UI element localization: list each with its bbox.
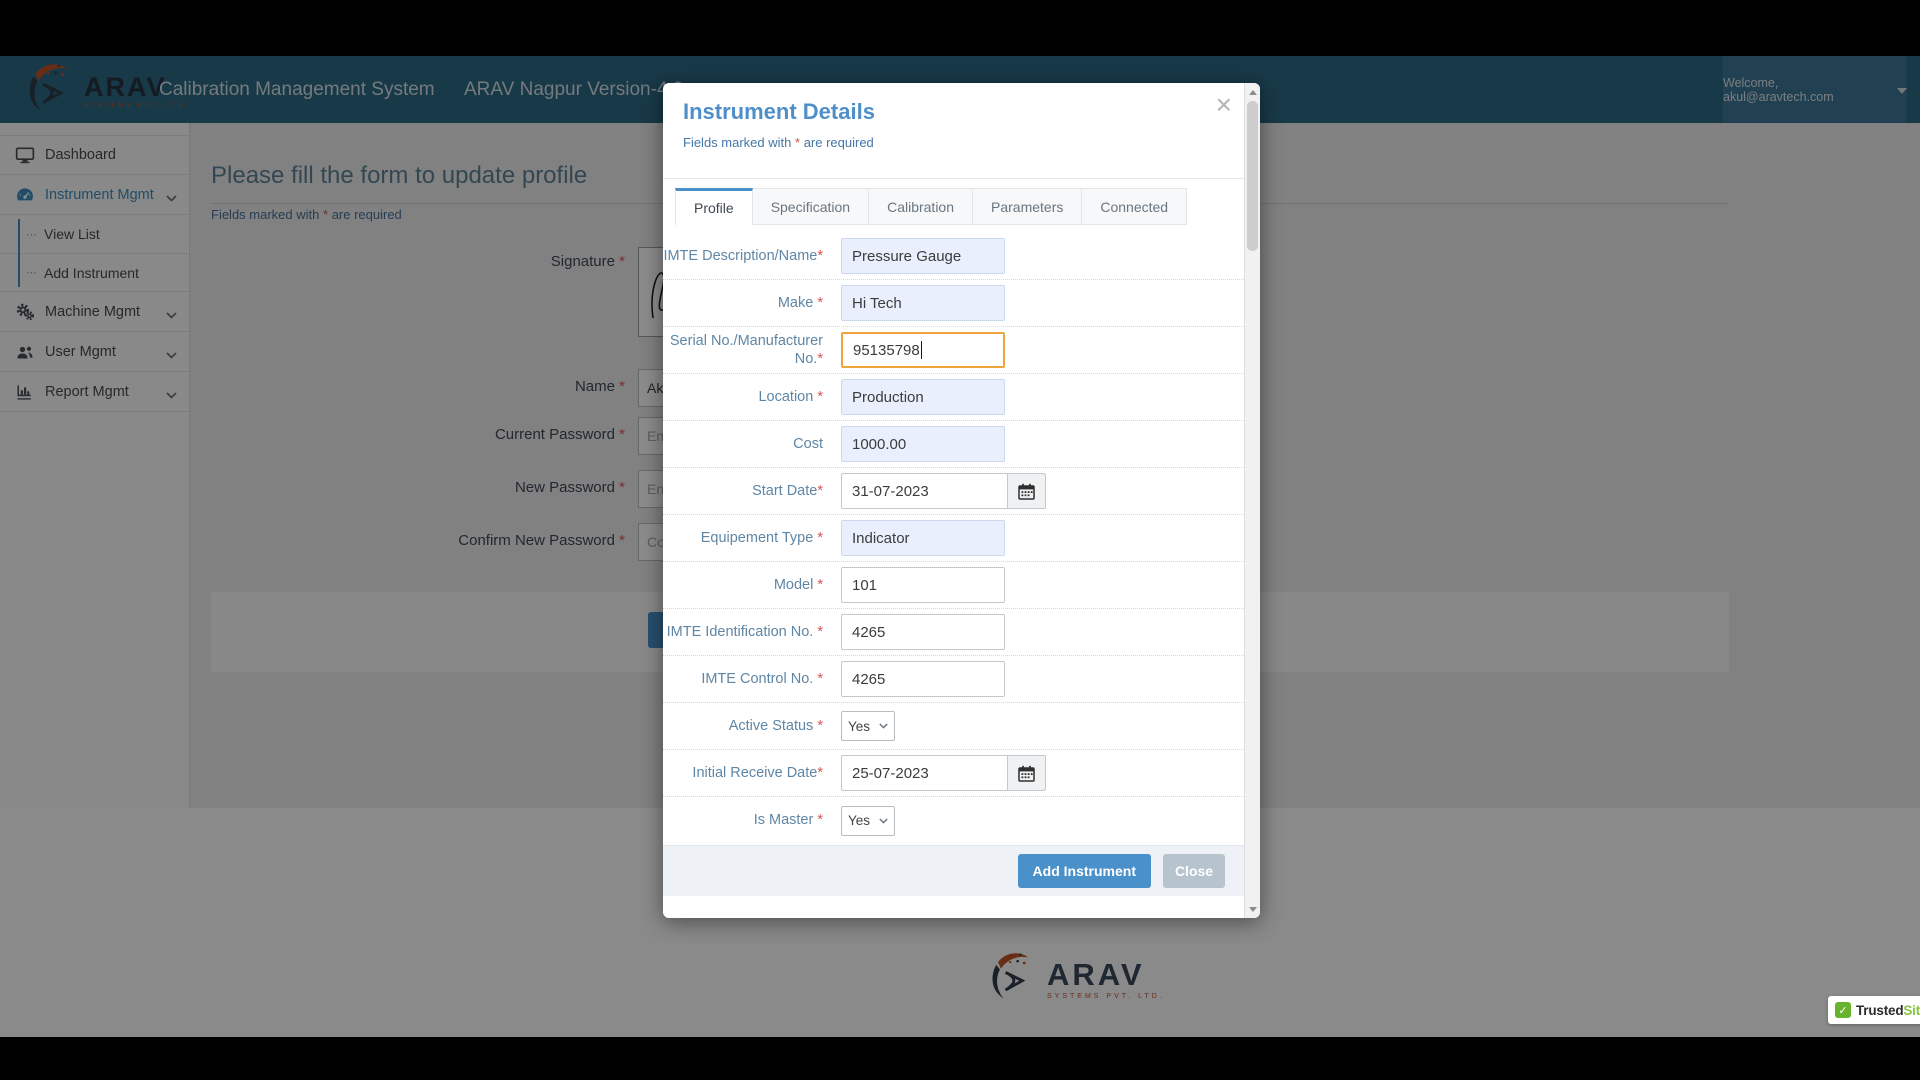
field-row-cost: Cost 1000.00 bbox=[663, 421, 1244, 468]
tab-profile[interactable]: Profile bbox=[675, 188, 753, 225]
tab-parameters[interactable]: Parameters bbox=[973, 188, 1083, 225]
imte-description-name-label: IMTE Description/Name* bbox=[663, 247, 823, 264]
trusted-text: Trusted bbox=[1856, 1002, 1904, 1018]
modal-tabs: Profile Specification Calibration Parameter… bbox=[675, 188, 1188, 225]
tab-calibration[interactable]: Calibration bbox=[869, 188, 974, 225]
scroll-down-icon[interactable] bbox=[1245, 901, 1260, 917]
required-asterisk: * bbox=[817, 388, 823, 405]
required-asterisk: * bbox=[817, 670, 823, 687]
chevron-down-icon bbox=[879, 817, 888, 824]
cost-input[interactable]: 1000.00 bbox=[841, 426, 1005, 462]
required-asterisk: * bbox=[817, 576, 823, 593]
input-value: Pressure Gauge bbox=[852, 247, 962, 265]
modal-footer: Add Instrument Close bbox=[663, 845, 1244, 896]
field-row-start-date: Start Date* 31-07-2023 bbox=[663, 468, 1244, 515]
input-value: 95135798 bbox=[853, 341, 920, 359]
input-value: 25-07-2023 bbox=[852, 764, 929, 782]
modal-close-icon[interactable]: × bbox=[1216, 91, 1232, 119]
required-asterisk: * bbox=[817, 482, 823, 499]
input-value: Indicator bbox=[852, 529, 910, 547]
tab-specification[interactable]: Specification bbox=[752, 188, 870, 225]
field-row-serial-no-manufacturer-no: Serial No./Manufacturer No.* 95135798 bbox=[663, 327, 1244, 374]
field-row-equipement-type: Equipement Type * Indicator bbox=[663, 515, 1244, 562]
serial-no-manufacturer-no-input[interactable]: 95135798 bbox=[841, 332, 1005, 368]
check-icon: ✓ bbox=[1835, 1002, 1851, 1018]
input-value: Hi Tech bbox=[852, 294, 902, 312]
active-status-label: Active Status * bbox=[728, 717, 823, 734]
imte-description-name-input[interactable]: Pressure Gauge bbox=[841, 238, 1005, 274]
instrument-details-modal: × Instrument Details Fields marked with … bbox=[663, 83, 1260, 918]
tab-connected[interactable]: Connected bbox=[1082, 188, 1188, 225]
required-asterisk: * bbox=[795, 135, 801, 150]
start-date-group: 31-07-2023 bbox=[841, 473, 1046, 509]
initial-receive-date-input[interactable]: 25-07-2023 bbox=[841, 755, 1008, 791]
required-asterisk: * bbox=[817, 764, 823, 781]
calendar-button[interactable] bbox=[1008, 755, 1046, 791]
site-text: Site bbox=[1903, 1002, 1920, 1018]
required-asterisk: * bbox=[817, 529, 823, 546]
field-row-location: Location * Production bbox=[663, 374, 1244, 421]
text-cursor bbox=[920, 341, 923, 359]
required-asterisk: * bbox=[817, 247, 823, 264]
imte-control-no-input[interactable]: 4265 bbox=[841, 661, 1005, 697]
modal-form: IMTE Description/Name* Pressure Gauge Make… bbox=[663, 233, 1244, 844]
input-value: 4265 bbox=[852, 623, 886, 641]
cost-label: Cost bbox=[793, 435, 823, 452]
select-value: Yes bbox=[848, 718, 871, 734]
modal-scrollbar[interactable] bbox=[1244, 83, 1260, 918]
modal-title: Instrument Details bbox=[683, 99, 875, 124]
required-asterisk: * bbox=[817, 717, 823, 734]
field-row-make: Make * Hi Tech bbox=[663, 280, 1244, 327]
field-row-model: Model * 101 bbox=[663, 562, 1244, 609]
active-status-select[interactable]: Yes bbox=[841, 711, 895, 741]
modal-required-note: Fields marked with * are required bbox=[683, 135, 874, 150]
is-master-label: Is Master * bbox=[753, 812, 823, 829]
field-row-active-status: Active Status * Yes bbox=[663, 703, 1244, 750]
make-input[interactable]: Hi Tech bbox=[841, 285, 1005, 321]
field-row-is-master: Is Master * Yes bbox=[663, 797, 1244, 844]
calendar-icon bbox=[1018, 765, 1035, 782]
screen: ARAV SYSTEMS PVT. LTD. Calibration Manag… bbox=[0, 0, 1920, 1080]
make-label: Make * bbox=[777, 294, 823, 311]
calendar-icon bbox=[1018, 483, 1035, 500]
calendar-button[interactable] bbox=[1008, 473, 1046, 509]
scroll-up-icon[interactable] bbox=[1245, 84, 1260, 100]
field-row-imte-identification-no: IMTE Identification No. * 4265 bbox=[663, 609, 1244, 656]
input-value: 101 bbox=[852, 576, 878, 594]
add-instrument-button[interactable]: Add Instrument bbox=[1017, 854, 1151, 888]
serial-no-manufacturer-no-label: Serial No./Manufacturer No.* bbox=[669, 332, 823, 367]
scrollbar-thumb[interactable] bbox=[1247, 101, 1258, 251]
start-date-label: Start Date* bbox=[752, 482, 823, 499]
location-label: Location * bbox=[758, 388, 823, 405]
location-input[interactable]: Production bbox=[841, 379, 1005, 415]
field-row-initial-receive-date: Initial Receive Date* 25-07-2023 bbox=[663, 750, 1244, 797]
input-value: 1000.00 bbox=[852, 435, 907, 453]
input-value: 31-07-2023 bbox=[852, 482, 929, 500]
field-row-imte-control-no: IMTE Control No. * 4265 bbox=[663, 656, 1244, 703]
select-value: Yes bbox=[848, 813, 871, 828]
initial-receive-date-group: 25-07-2023 bbox=[841, 755, 1046, 791]
chevron-down-icon bbox=[879, 723, 888, 729]
trustedsite-badge[interactable]: ✓ TrustedSite ® bbox=[1828, 996, 1920, 1024]
required-asterisk: * bbox=[817, 294, 823, 311]
model-label: Model * bbox=[773, 576, 823, 593]
is-master-select[interactable]: Yes bbox=[841, 805, 895, 836]
start-date-input[interactable]: 31-07-2023 bbox=[841, 473, 1008, 509]
close-button[interactable]: Close bbox=[1163, 854, 1225, 888]
initial-receive-date-label: Initial Receive Date* bbox=[692, 764, 823, 781]
imte-identification-no-input[interactable]: 4265 bbox=[841, 614, 1005, 650]
required-asterisk: * bbox=[817, 812, 823, 829]
model-input[interactable]: 101 bbox=[841, 567, 1005, 603]
input-value: 4265 bbox=[852, 670, 886, 688]
required-asterisk: * bbox=[817, 623, 823, 640]
imte-identification-no-label: IMTE Identification No. * bbox=[666, 623, 823, 640]
imte-control-no-label: IMTE Control No. * bbox=[701, 670, 823, 687]
modal-divider bbox=[663, 178, 1244, 179]
field-row-imte-description-name: IMTE Description/Name* Pressure Gauge bbox=[663, 233, 1244, 280]
input-value: Production bbox=[852, 388, 924, 406]
required-asterisk: * bbox=[817, 351, 823, 367]
equipement-type-label: Equipement Type * bbox=[700, 529, 823, 546]
equipement-type-input[interactable]: Indicator bbox=[841, 520, 1005, 556]
